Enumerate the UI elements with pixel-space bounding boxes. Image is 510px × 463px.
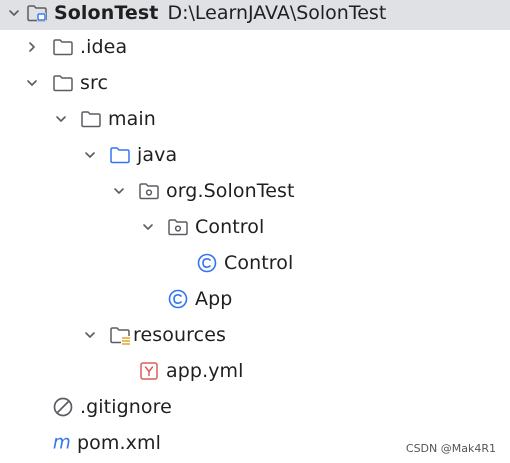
tree-label-gitignore: .gitignore — [80, 396, 172, 418]
tree-row-package[interactable]: org.SolonTest — [0, 174, 510, 208]
chevron-down-icon[interactable] — [6, 5, 22, 21]
tree-row-idea[interactable]: .idea — [0, 30, 510, 64]
chevron-down-icon[interactable] — [82, 327, 98, 343]
tree-row-src[interactable]: src — [0, 66, 510, 100]
tree-label-idea: .idea — [80, 36, 128, 58]
resources-root-folder-icon — [109, 325, 131, 345]
tree-label-app-yml: app.yml — [166, 360, 244, 382]
source-root-folder-icon — [109, 145, 131, 165]
tree-row-java[interactable]: java — [0, 138, 510, 172]
tree-label-control-class: Control — [224, 252, 294, 274]
watermark: CSDN @Mak4R1 — [405, 442, 496, 455]
tree-row-resources[interactable]: resources — [0, 318, 510, 352]
tree-label-package: org.SolonTest — [166, 180, 295, 202]
ignore-file-icon — [52, 397, 74, 417]
tree-row-app-yml[interactable]: app.yml — [0, 354, 510, 388]
chevron-down-icon[interactable] — [140, 219, 156, 235]
chevron-down-icon[interactable] — [111, 183, 127, 199]
folder-icon — [52, 37, 74, 57]
tree-label-pom: pom.xml — [77, 432, 161, 454]
package-icon — [167, 217, 189, 237]
tree-row-project-root[interactable]: SolonTest D:\LearnJAVA\SolonTest — [0, 0, 510, 30]
project-path: D:\LearnJAVA\SolonTest — [167, 2, 387, 24]
maven-pom-icon: m — [52, 433, 74, 453]
tree-label-resources: resources — [133, 324, 226, 346]
folder-icon — [52, 73, 74, 93]
tree-row-control-class[interactable]: Control — [0, 246, 510, 280]
chevron-down-icon[interactable] — [53, 111, 69, 127]
tree-label-control-package: Control — [195, 216, 265, 238]
tree-row-app-class[interactable]: App — [0, 282, 510, 316]
tree-label-java: java — [137, 144, 178, 166]
yaml-file-icon — [138, 361, 160, 381]
chevron-down-icon[interactable] — [24, 75, 40, 91]
java-class-icon — [196, 253, 218, 273]
chevron-down-icon[interactable] — [82, 147, 98, 163]
tree-label-main: main — [108, 108, 156, 130]
svg-text:m: m — [53, 433, 71, 453]
tree-row-main[interactable]: main — [0, 102, 510, 136]
tree-row-control-package[interactable]: Control — [0, 210, 510, 244]
java-class-icon — [167, 289, 189, 309]
project-name: SolonTest — [54, 2, 159, 24]
project-tree: SolonTest D:\LearnJAVA\SolonTest .idea s… — [0, 0, 510, 463]
tree-label-src: src — [80, 72, 109, 94]
package-icon — [138, 181, 160, 201]
tree-row-gitignore[interactable]: .gitignore — [0, 390, 510, 424]
folder-icon — [80, 109, 102, 129]
module-folder-icon — [26, 3, 48, 23]
tree-label-app-class: App — [195, 288, 233, 310]
chevron-right-icon[interactable] — [24, 39, 40, 55]
